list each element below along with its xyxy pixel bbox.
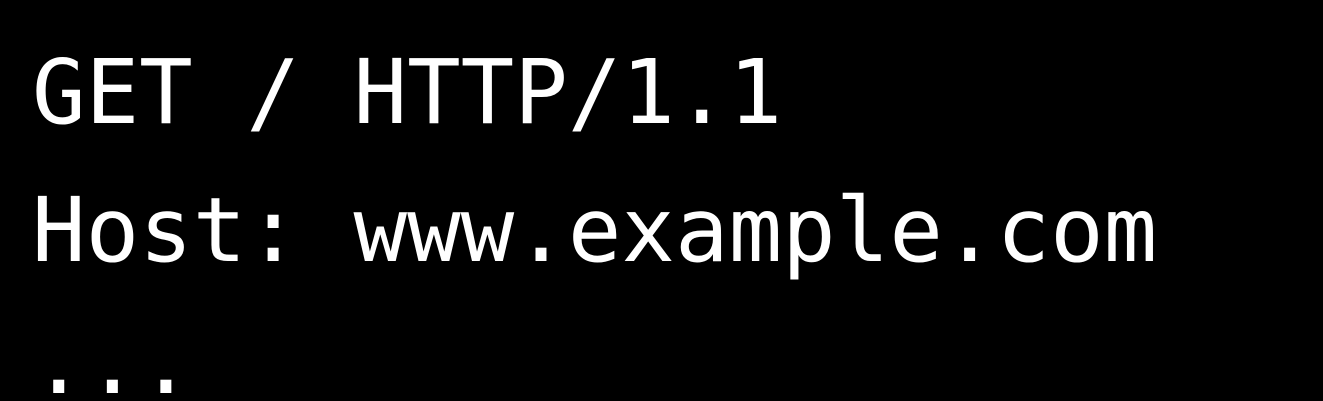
request-line: GET / HTTP/1.1 (32, 40, 783, 144)
http-request-display: GET / HTTP/1.1 Host: www.example.com ... (0, 0, 1323, 401)
host-header-line: Host: www.example.com (32, 178, 1158, 282)
ellipsis-line: ... (32, 310, 193, 401)
